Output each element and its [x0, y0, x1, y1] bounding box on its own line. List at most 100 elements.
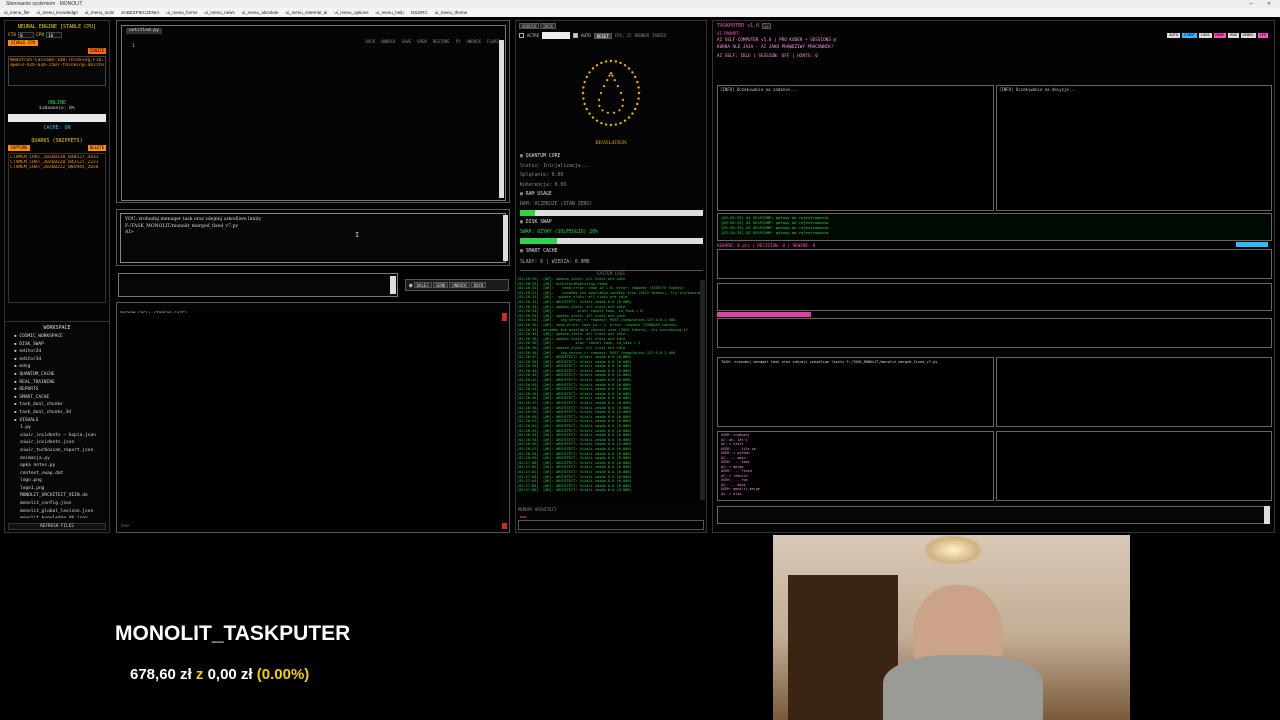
syslog-scrollbar[interactable]: [700, 280, 705, 500]
menu-item[interactable]: ui_menu_theme: [435, 10, 467, 15]
tab-see[interactable]: SEE: [1257, 33, 1268, 38]
tree-file[interactable]: 1.py: [14, 424, 106, 432]
tree-folder[interactable]: editor3d: [14, 356, 106, 364]
tree-folder[interactable]: SMART_CACHE: [14, 394, 106, 402]
tree-file[interactable]: logo.png: [14, 477, 106, 485]
shell-stop-icon[interactable]: [502, 523, 507, 529]
render-button[interactable]: RENDER: [635, 33, 649, 38]
tree-file[interactable]: aiwir_incidents.json: [14, 439, 106, 447]
ram-text: RAM: OCZEKUJE (STAN ZERO): [520, 201, 593, 207]
taskputer-dock-button[interactable]: ▭: [762, 23, 771, 29]
editor-tab[interactable]: untitled.py: [126, 28, 162, 34]
menu-item[interactable]: ui_menu_options: [334, 10, 368, 15]
undock-button[interactable]: UNDOCK: [519, 23, 540, 29]
tree-file[interactable]: apka notes.py: [14, 462, 106, 470]
menu-item[interactable]: ui_menu_news: [204, 10, 234, 15]
auto-checkbox[interactable]: [573, 33, 579, 38]
ai-response-box[interactable]: [996, 357, 1272, 427]
editor-scrollbar[interactable]: [499, 40, 504, 198]
zoom-button[interactable]: ZAOBIE: [652, 33, 666, 38]
reset-button[interactable]: RESET: [593, 32, 612, 39]
tab-debug[interactable]: DEBUG: [1240, 33, 1256, 38]
tab-start[interactable]: START: [1182, 33, 1197, 38]
tree-folder[interactable]: task_dual_chunks_3d: [14, 409, 106, 417]
snippet-item[interactable]: CTXMEM_CHAT_20260222_005945_2656: [10, 165, 104, 170]
tree-folder[interactable]: editor2d: [14, 348, 106, 356]
tab-auto[interactable]: AUTO: [1167, 33, 1181, 38]
activity-log[interactable]: [02:26:29] AI SELFCOMP: gotowy do rejest…: [717, 213, 1272, 241]
menu-item[interactable]: ui_menu_file: [4, 10, 30, 15]
undock-button[interactable]: UNDOCK: [449, 282, 470, 288]
shell-output[interactable]: [120, 313, 501, 528]
tree-folder[interactable]: task_dual_chunks: [14, 401, 106, 409]
memory-input[interactable]: [518, 520, 704, 530]
tree-file[interactable]: MONOLIT_ARCHITECT_VEIN.de: [14, 492, 106, 500]
tree-file[interactable]: animacja.py: [14, 455, 106, 463]
ctx-input[interactable]: 0: [18, 32, 35, 38]
tree-folder[interactable]: QUANTUM_CACHE: [14, 371, 106, 379]
tree-folder[interactable]: COSMIC_WORKSPACE: [14, 333, 106, 341]
tree-folder[interactable]: mdsg: [14, 363, 106, 371]
tree-file[interactable]: monolit_global_lexicon.json: [14, 508, 106, 516]
menu-item[interactable]: ui_menu_knowledge: [37, 10, 78, 15]
delete-button[interactable]: DELETE: [88, 145, 106, 151]
menu-item[interactable]: ui_menu_forms: [166, 10, 197, 15]
actrx-checkbox[interactable]: [519, 33, 524, 38]
code-editor[interactable]: [144, 42, 497, 196]
minimize-icon[interactable]: –: [1242, 0, 1260, 8]
command-scrollbar[interactable]: [1264, 506, 1270, 524]
tree-file[interactable]: monolit_knowledge_db.json: [14, 515, 106, 518]
cpu-input[interactable]: 16: [46, 32, 63, 38]
tree-folder[interactable]: REPORTS: [14, 386, 106, 394]
chat-output[interactable]: YOU: zrobudnj menager task oraz zdejmij …: [120, 213, 506, 263]
menu-item[interactable]: ui_menu_help: [376, 10, 404, 15]
dock-button[interactable]: DOCK: [470, 282, 487, 288]
tree-file[interactable]: aiwir_incidents — kopia.json: [14, 432, 106, 440]
tree-file[interactable]: monolit_config.json: [14, 500, 106, 508]
task-input-box[interactable]: TASK: zrobudnj menager task oraz zdejmij…: [717, 357, 994, 427]
stable-cpu-chip[interactable]: STABLE CPU: [8, 40, 38, 46]
input-scrollbar[interactable]: [390, 276, 396, 294]
task-box[interactable]: [INFO] Oczekiwanie na zadanie...: [717, 85, 994, 211]
tree-file[interactable]: aiwir_turboscan_report.json: [14, 447, 106, 455]
tab-mode[interactable]: MODE: [1213, 33, 1227, 38]
chat-scrollbar[interactable]: [503, 215, 508, 261]
live-monitor-box[interactable]: [717, 318, 1272, 348]
menu-item[interactable]: OSZIRC: [411, 10, 428, 15]
output-box[interactable]: [717, 283, 1272, 311]
system-log[interactable]: [02:26:29] -[AR]: update_slots: all slot…: [517, 277, 705, 503]
menu-item[interactable]: ui_menu_absolute: [242, 10, 279, 15]
model-item[interactable]: qwen3-42b-a3b-2507-thinking-abliterated: [10, 63, 104, 68]
menu-item[interactable]: ZABEZPIECZENIA: [121, 10, 159, 15]
actrx-input[interactable]: [542, 32, 571, 39]
tree-folder[interactable]: REAL_TRAINING: [14, 379, 106, 387]
menu-item[interactable]: ui_menu_external_ai: [285, 10, 327, 15]
ignite-button[interactable]: IGNITE: [88, 48, 106, 54]
menu-item[interactable]: ui_menu_tools: [85, 10, 114, 15]
record-icon[interactable]: ◉: [409, 282, 413, 289]
tree-folder[interactable]: VISUALS: [14, 417, 106, 425]
tab-logs[interactable]: LOGS: [1198, 33, 1212, 38]
tree-file[interactable]: context_swap.dat: [14, 470, 106, 478]
message-input[interactable]: [118, 273, 398, 297]
mode-tabs[interactable]: [717, 312, 811, 317]
snippet-list[interactable]: CTXMEM_CHAT_20260220_040527_4431 CTXMEM_…: [8, 153, 106, 303]
tab-run[interactable]: RUN: [1228, 33, 1239, 38]
capture-button[interactable]: CAPTURE: [8, 145, 30, 151]
command-input[interactable]: [717, 506, 1265, 524]
decision-box[interactable]: [INFO] Oczekiwanie na decyzje...: [996, 85, 1272, 211]
model-list[interactable]: Nemotron-Cascade-14B-Thinking.F16.gguf q…: [8, 56, 106, 86]
dalej-button[interactable]: DALEJ: [413, 282, 432, 288]
conversation-box[interactable]: USER: zrobudnj AI: ok, let's AI: > start US…: [717, 431, 994, 501]
shell-close-icon[interactable]: [502, 313, 507, 321]
dock-button[interactable]: DOCK: [540, 23, 557, 29]
quantum-status: Status: Inicjalizacja...: [520, 163, 590, 169]
tree-file[interactable]: logo1.png: [14, 485, 106, 493]
tree-folder[interactable]: DISK_SWAP: [14, 341, 106, 349]
send-button[interactable]: SEND: [432, 282, 449, 288]
refresh-files-button[interactable]: REFRESH FILES: [8, 523, 106, 530]
close-icon[interactable]: ✕: [1260, 0, 1278, 8]
notes-box[interactable]: [717, 249, 1272, 279]
checkpoint-box[interactable]: [996, 431, 1272, 501]
file-tree[interactable]: COSMIC_WORKSPACEDISK_SWAPeditor2deditor3…: [8, 333, 106, 518]
